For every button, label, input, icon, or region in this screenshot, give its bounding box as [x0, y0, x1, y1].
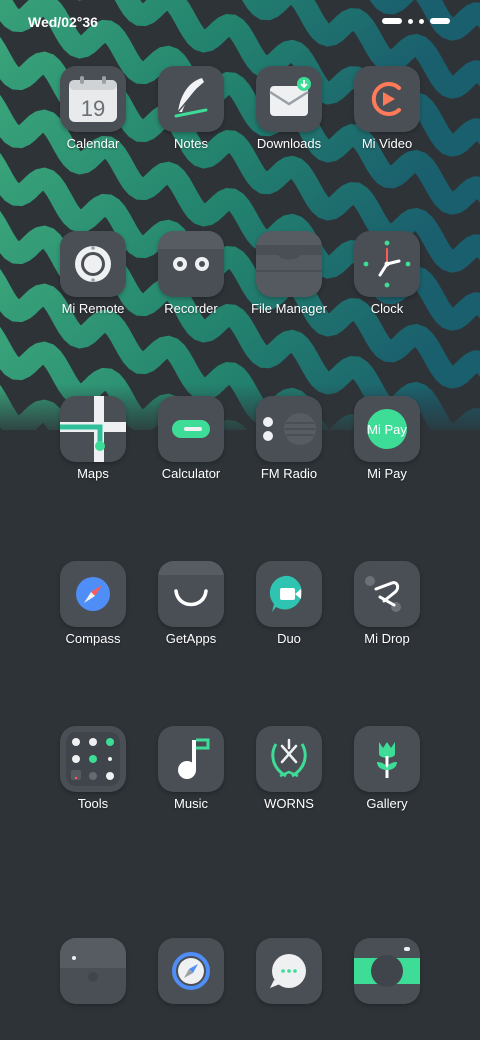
app-label: Duo [277, 631, 301, 646]
app-label: Downloads [256, 136, 322, 151]
video-chat-icon [256, 561, 322, 627]
app-downloads[interactable]: Downloads [240, 66, 338, 151]
app-compass[interactable]: Compass [44, 561, 142, 646]
calendar-day: 19 [81, 96, 105, 121]
drawer-icon [256, 231, 322, 297]
mi-pay-badge-icon: Mi Pay [354, 396, 420, 462]
mi-pay-badge-text: Mi Pay [367, 422, 407, 437]
app-mi-drop[interactable]: Mi Drop [338, 561, 436, 646]
dock-phone[interactable] [44, 938, 142, 1004]
battery-pill-icon [430, 18, 450, 24]
camera-icon [354, 938, 420, 1004]
app-label: Mi Drop [364, 631, 410, 646]
app-label: Gallery [366, 796, 408, 811]
message-bubble-icon [256, 938, 322, 1004]
map-cross-icon [60, 396, 126, 462]
dock-messages[interactable] [240, 938, 338, 1004]
app-music[interactable]: Music [142, 726, 240, 811]
app-mi-pay[interactable]: Mi Pay Mi Pay [338, 396, 436, 481]
app-calculator[interactable]: Calculator [142, 396, 240, 481]
app-label: Mi Video [361, 136, 413, 151]
app-worns[interactable]: WORNS [240, 726, 338, 811]
app-label: Maps [77, 466, 109, 481]
app-label: Mi Remote [61, 301, 125, 316]
app-label: WORNS [264, 796, 314, 811]
app-label: File Manager [251, 301, 327, 316]
app-duo[interactable]: Duo [240, 561, 338, 646]
compass-icon [60, 561, 126, 627]
phone-handset-icon [60, 938, 126, 1004]
app-fm-radio[interactable]: FM Radio [240, 396, 338, 481]
play-ring-icon [354, 66, 420, 132]
app-label: Compass [65, 631, 121, 646]
tulip-icon [354, 726, 420, 792]
download-mail-icon [256, 66, 322, 132]
status-bar: Wed/02°36 [0, 0, 480, 44]
app-label: Music [174, 796, 208, 811]
app-gallery[interactable]: Gallery [338, 726, 436, 811]
app-recorder[interactable]: Recorder [142, 231, 240, 316]
app-label: Calendar [66, 136, 120, 151]
app-getapps[interactable]: GetApps [142, 561, 240, 646]
clock-icon [354, 231, 420, 297]
app-maps[interactable]: Maps [44, 396, 142, 481]
drop-share-icon [354, 561, 420, 627]
app-label: Tools [77, 796, 109, 811]
calendar-icon: 19 [60, 66, 126, 132]
app-notes[interactable]: Notes [142, 66, 240, 151]
status-time: Wed/02°36 [28, 14, 98, 30]
browser-compass-icon [158, 938, 224, 1004]
app-file-manager[interactable]: File Manager [240, 231, 338, 316]
wave-wallpaper [0, 0, 480, 440]
smile-bag-icon [158, 561, 224, 627]
app-calendar[interactable]: 19 Calendar [44, 66, 142, 151]
app-clock[interactable]: Clock [338, 231, 436, 316]
app-mi-remote[interactable]: Mi Remote [44, 231, 142, 316]
toggle-pill-icon [158, 396, 224, 462]
remote-ring-icon [60, 231, 126, 297]
app-label: FM Radio [260, 466, 318, 481]
dock-camera[interactable] [338, 938, 436, 1004]
app-tools-folder[interactable]: Tools [44, 726, 142, 811]
laurel-wreath-icon [256, 726, 322, 792]
app-mi-video[interactable]: Mi Video [338, 66, 436, 151]
cassette-icon [158, 231, 224, 297]
status-indicators [382, 18, 450, 24]
feather-icon [158, 66, 224, 132]
signal-pill-icon [382, 18, 402, 24]
app-label: Recorder [164, 301, 218, 316]
radio-speaker-icon [256, 396, 322, 462]
app-label: Calculator [161, 466, 221, 481]
app-label: GetApps [165, 631, 217, 646]
tools-grid-icon [60, 726, 126, 792]
dock-browser[interactable] [142, 938, 240, 1004]
music-note-icon [158, 726, 224, 792]
app-label: Notes [174, 136, 208, 151]
app-label: Clock [370, 301, 404, 316]
dot-icon [419, 18, 424, 24]
app-label: Mi Pay [367, 466, 407, 481]
dot-icon [408, 18, 413, 24]
